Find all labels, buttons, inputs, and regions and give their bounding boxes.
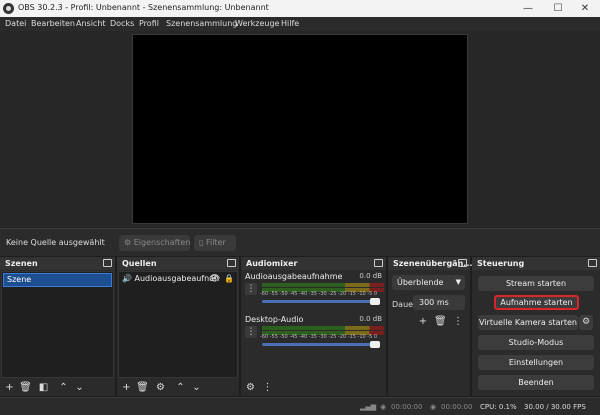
window-title: OBS 30.2.3 - Profil: Unbenannt - Szenens… [18, 3, 269, 12]
sources-dock: Quellen 🔊 Audioausgabeaufnah 👁 🔒 + 🗑 ⚙ ⌃… [117, 257, 239, 396]
lock-icon[interactable]: 🔒 [224, 274, 234, 283]
menu-bearbeiten[interactable]: Bearbeiten [31, 19, 75, 28]
source-toolbar: Keine Quelle ausgewählt ⚙ Eigenschaften … [0, 228, 600, 256]
chevron-down-icon: ▼ [455, 278, 461, 286]
kebab-menu-icon[interactable]: ⋮ [245, 326, 257, 338]
scene-filter-icon[interactable]: ◧ [37, 381, 50, 394]
live-icon: ◉ [380, 403, 387, 411]
volume-slider-handle[interactable] [370, 341, 380, 348]
level-meter [262, 326, 384, 330]
scenes-dock: Szenen Szene + 🗑 ◧ ⌃ ⌄ [0, 257, 115, 396]
source-list: 🔊 Audioausgabeaufnah 👁 🔒 [118, 271, 238, 378]
volume-slider-handle[interactable] [370, 298, 380, 305]
db-scale: -60 -55 -50 -45 -40 -35 -30 -25 -20 -15 … [260, 291, 378, 297]
undock-icon[interactable] [374, 259, 383, 267]
properties-button[interactable]: ⚙ Eigenschaften [119, 235, 190, 251]
audio-mixer-dock: Audiomixer Audioausgabeaufnahme 0.0 dB ⋮… [241, 257, 386, 396]
trash-icon[interactable]: 🗑 [136, 381, 149, 394]
menu-ansicht[interactable]: Ansicht [76, 19, 106, 28]
kebab-menu-icon[interactable]: ⋮ [245, 283, 257, 295]
kebab-menu-icon[interactable]: ⋮ [261, 381, 274, 394]
menu-profil[interactable]: Profil [139, 19, 159, 28]
add-transition-icon[interactable]: + [417, 316, 429, 328]
live-time: 00:00:00 [391, 403, 423, 411]
undock-icon[interactable] [103, 259, 112, 267]
preview-canvas[interactable] [132, 34, 468, 224]
menu-szenensammlung[interactable]: Szenensammlung [166, 19, 237, 28]
start-virtual-camera-button[interactable]: Virtuelle Kamera starten [478, 315, 578, 330]
kebab-menu-icon[interactable]: ⋮ [452, 316, 464, 328]
advanced-audio-gear-icon[interactable]: ⚙ [244, 381, 257, 394]
studio-mode-button[interactable]: Studio-Modus [478, 335, 594, 350]
trash-icon[interactable]: 🗑 [434, 316, 447, 328]
transition-select[interactable]: Überblende ▼ [392, 275, 465, 290]
speaker-icon: 🔊 [122, 274, 132, 283]
duration-value: 300 ms [419, 298, 449, 307]
scenes-title: Szenen [5, 259, 38, 268]
volume-slider[interactable] [262, 343, 380, 346]
menu-hilfe[interactable]: Hilfe [281, 19, 299, 28]
scene-item[interactable]: Szene [3, 273, 112, 287]
undock-icon[interactable] [227, 259, 236, 267]
gear-icon[interactable]: ⚙ [154, 381, 167, 394]
channel-db: 0.0 dB [359, 272, 382, 280]
close-button[interactable]: ✕ [570, 1, 600, 16]
start-stream-button[interactable]: Stream starten [478, 276, 594, 291]
move-down-icon[interactable]: ⌄ [190, 381, 203, 394]
properties-label: Eigenschaften [133, 238, 191, 247]
channel-name: Desktop-Audio [245, 315, 304, 324]
mixer-channel: Desktop-Audio 0.0 dB ⋮ -60 -55 -50 -45 -… [244, 315, 384, 355]
signal-icon: ▂▄▆ [360, 403, 377, 411]
gear-icon: ⚙ [124, 238, 132, 247]
menu-docks[interactable]: Docks [110, 19, 134, 28]
db-scale: -60 -55 -50 -45 -40 -35 -30 -25 -20 -15 … [260, 334, 378, 340]
undock-icon[interactable] [458, 259, 467, 267]
preview-area [0, 31, 600, 228]
source-item[interactable]: 🔊 Audioausgabeaufnah [122, 274, 219, 283]
exit-button[interactable]: Beenden [478, 375, 594, 390]
channel-name: Audioausgabeaufnahme [245, 272, 343, 281]
visibility-eye-icon[interactable]: 👁 [209, 274, 220, 284]
source-item-label: Audioausgabeaufnah [134, 274, 220, 283]
volume-slider[interactable] [262, 300, 380, 303]
gear-icon[interactable]: ⚙ [579, 315, 593, 330]
filter-label: Filter [205, 238, 226, 247]
menu-werkzeuge[interactable]: Werkzeuge [235, 19, 279, 28]
level-meter [262, 283, 384, 287]
controls-title: Steuerung [477, 259, 525, 268]
status-bar: ▂▄▆ ◉ 00:00:00 ◉ 00:00:00 CPU: 0.1% 30.0… [0, 397, 600, 415]
add-scene-icon[interactable]: + [3, 381, 16, 394]
maximize-button[interactable]: ☐ [543, 1, 573, 16]
channel-db: 0.0 dB [359, 315, 382, 323]
mixer-channel: Audioausgabeaufnahme 0.0 dB ⋮ -60 -55 -5… [244, 272, 384, 312]
menu-datei[interactable]: Datei [5, 19, 26, 28]
mixer-title: Audiomixer [246, 259, 298, 268]
cpu-usage: CPU: 0.1% [480, 403, 517, 411]
controls-dock: Steuerung Stream starten Aufnahme starte… [472, 257, 600, 396]
move-down-icon[interactable]: ⌄ [73, 381, 86, 394]
minimize-button[interactable]: — [513, 1, 543, 16]
mixer-channels: Audioausgabeaufnahme 0.0 dB ⋮ -60 -55 -5… [242, 271, 385, 378]
obs-logo-icon [3, 3, 14, 14]
transition-value: Überblende [397, 278, 444, 287]
scene-list: Szene [1, 271, 114, 378]
duration-input[interactable]: 300 ms [413, 295, 465, 310]
add-source-icon[interactable]: + [120, 381, 133, 394]
no-source-label: Keine Quelle ausgewählt [6, 238, 105, 247]
sources-title: Quellen [122, 259, 157, 268]
settings-button[interactable]: Einstellungen [478, 355, 594, 370]
menu-bar: Datei Bearbeiten Ansicht Docks Profil Sz… [0, 17, 600, 31]
title-bar: OBS 30.2.3 - Profil: Unbenannt - Szenens… [0, 0, 600, 17]
move-up-icon[interactable]: ⌃ [57, 381, 70, 394]
trash-icon[interactable]: 🗑 [19, 381, 32, 394]
move-up-icon[interactable]: ⌃ [174, 381, 187, 394]
record-time: 00:00:00 [441, 403, 473, 411]
record-icon: ◉ [430, 403, 437, 411]
transitions-dock: Szenenübergän... Überblende ▼ Dauer 300 … [388, 257, 472, 396]
start-recording-button[interactable]: Aufnahme starten [494, 295, 579, 310]
undock-icon[interactable] [588, 259, 597, 267]
filter-button[interactable]: ▯ Filter [194, 235, 236, 251]
fps-readout: 30.00 / 30.00 FPS [524, 403, 586, 411]
filter-icon: ▯ [199, 238, 204, 247]
